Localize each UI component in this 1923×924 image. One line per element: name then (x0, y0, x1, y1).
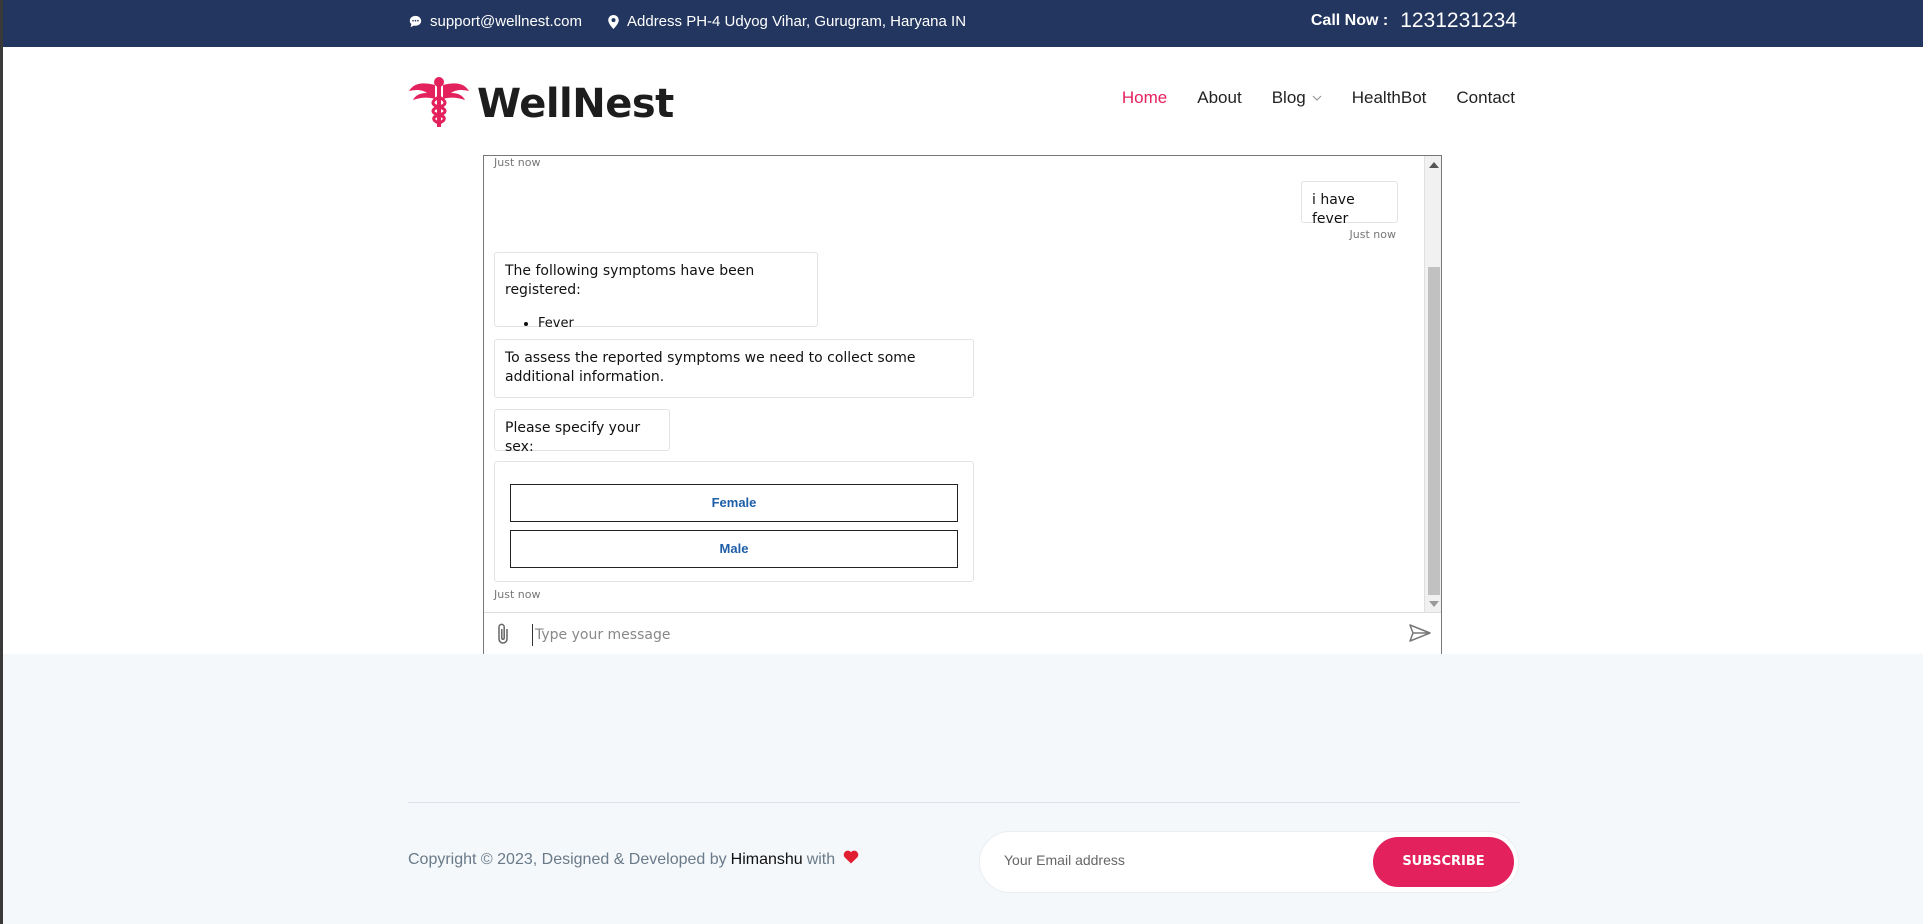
subscribe-form: SUBSCRIBE (979, 831, 1519, 893)
copyright-suffix: with (806, 850, 836, 868)
call-number[interactable]: 1231231234 (1400, 9, 1517, 33)
footer-divider (408, 802, 1520, 803)
nav-healthbot[interactable]: HealthBot (1352, 88, 1427, 108)
bot-message-question: Please specify your sex: (494, 409, 670, 455)
topbar-address: Address PH-4 Udyog Vihar, Gurugram, Hary… (608, 13, 966, 30)
scroll-up-icon[interactable] (1429, 162, 1439, 168)
nav-blog[interactable]: Blog (1272, 88, 1322, 108)
symptom-list: Fever (538, 314, 807, 333)
copyright-prefix: Copyright © 2023, Designed & Developed b… (408, 850, 727, 868)
topbar-email-text: support@wellnest.com (430, 13, 582, 30)
send-icon[interactable] (1409, 624, 1431, 647)
chat-widget: Just now i have fever Just now The follo… (483, 155, 1442, 655)
bot-message-symptoms: The following symptoms have been registe… (494, 252, 818, 331)
nav-contact[interactable]: Contact (1456, 88, 1515, 108)
site-header: WellNest Home About Blog HealthBot Conta… (3, 47, 1923, 155)
chat-messages[interactable]: Just now i have fever Just now The follo… (484, 156, 1424, 612)
subscribe-email-input[interactable] (1004, 852, 1344, 868)
page: support@wellnest.com Address PH-4 Udyog … (0, 0, 1923, 924)
nav-home[interactable]: Home (1122, 88, 1167, 108)
topbar-email[interactable]: support@wellnest.com (409, 13, 582, 30)
map-pin-icon (608, 14, 619, 29)
bot-question-text: Please specify your sex: (505, 420, 641, 455)
nav-blog-label: Blog (1271, 88, 1306, 107)
copyright: Copyright © 2023, Designed & Developed b… (408, 850, 859, 869)
symptom-item: Fever (538, 314, 807, 333)
logo[interactable]: WellNest (409, 75, 674, 132)
chat-scrollbar[interactable] (1424, 156, 1441, 612)
top-bar: support@wellnest.com Address PH-4 Udyog … (3, 0, 1923, 47)
timestamp: Just now (1349, 228, 1396, 241)
timestamp: Just now (494, 156, 541, 169)
nav-about[interactable]: About (1197, 88, 1241, 108)
user-message-text: i have fever (1312, 192, 1355, 227)
heart-icon (843, 850, 859, 869)
call-label: Call Now : (1310, 12, 1389, 29)
option-male-button[interactable]: Male (510, 530, 958, 568)
paperclip-icon[interactable] (496, 623, 510, 650)
user-message: i have fever (1301, 181, 1398, 227)
brand-name: WellNest (477, 80, 674, 127)
caduceus-icon (409, 75, 469, 132)
author-link[interactable]: Himanshu (731, 851, 803, 869)
chat-bubble-icon (409, 15, 422, 28)
chevron-down-icon (1312, 93, 1322, 104)
chat-composer (484, 612, 1441, 655)
scroll-thumb[interactable] (1428, 267, 1440, 595)
timestamp: Just now (494, 588, 541, 601)
bot-message-assess: To assess the reported symptoms we need … (494, 339, 974, 398)
message-input[interactable] (532, 624, 1332, 646)
scroll-down-icon[interactable] (1429, 601, 1439, 607)
options-card: Female Male (494, 461, 974, 582)
bot-symptoms-intro: The following symptoms have been registe… (505, 263, 755, 298)
bot-assess-text: To assess the reported symptoms we need … (505, 350, 916, 385)
topbar-call[interactable]: Call Now : 1231231234 (1311, 9, 1517, 33)
subscribe-button[interactable]: SUBSCRIBE (1373, 837, 1514, 887)
option-female-button[interactable]: Female (510, 484, 958, 522)
site-footer: Copyright © 2023, Designed & Developed b… (3, 654, 1923, 924)
main-nav: Home About Blog HealthBot Contact (1122, 88, 1515, 108)
topbar-address-text: Address PH-4 Udyog Vihar, Gurugram, Hary… (627, 13, 967, 30)
